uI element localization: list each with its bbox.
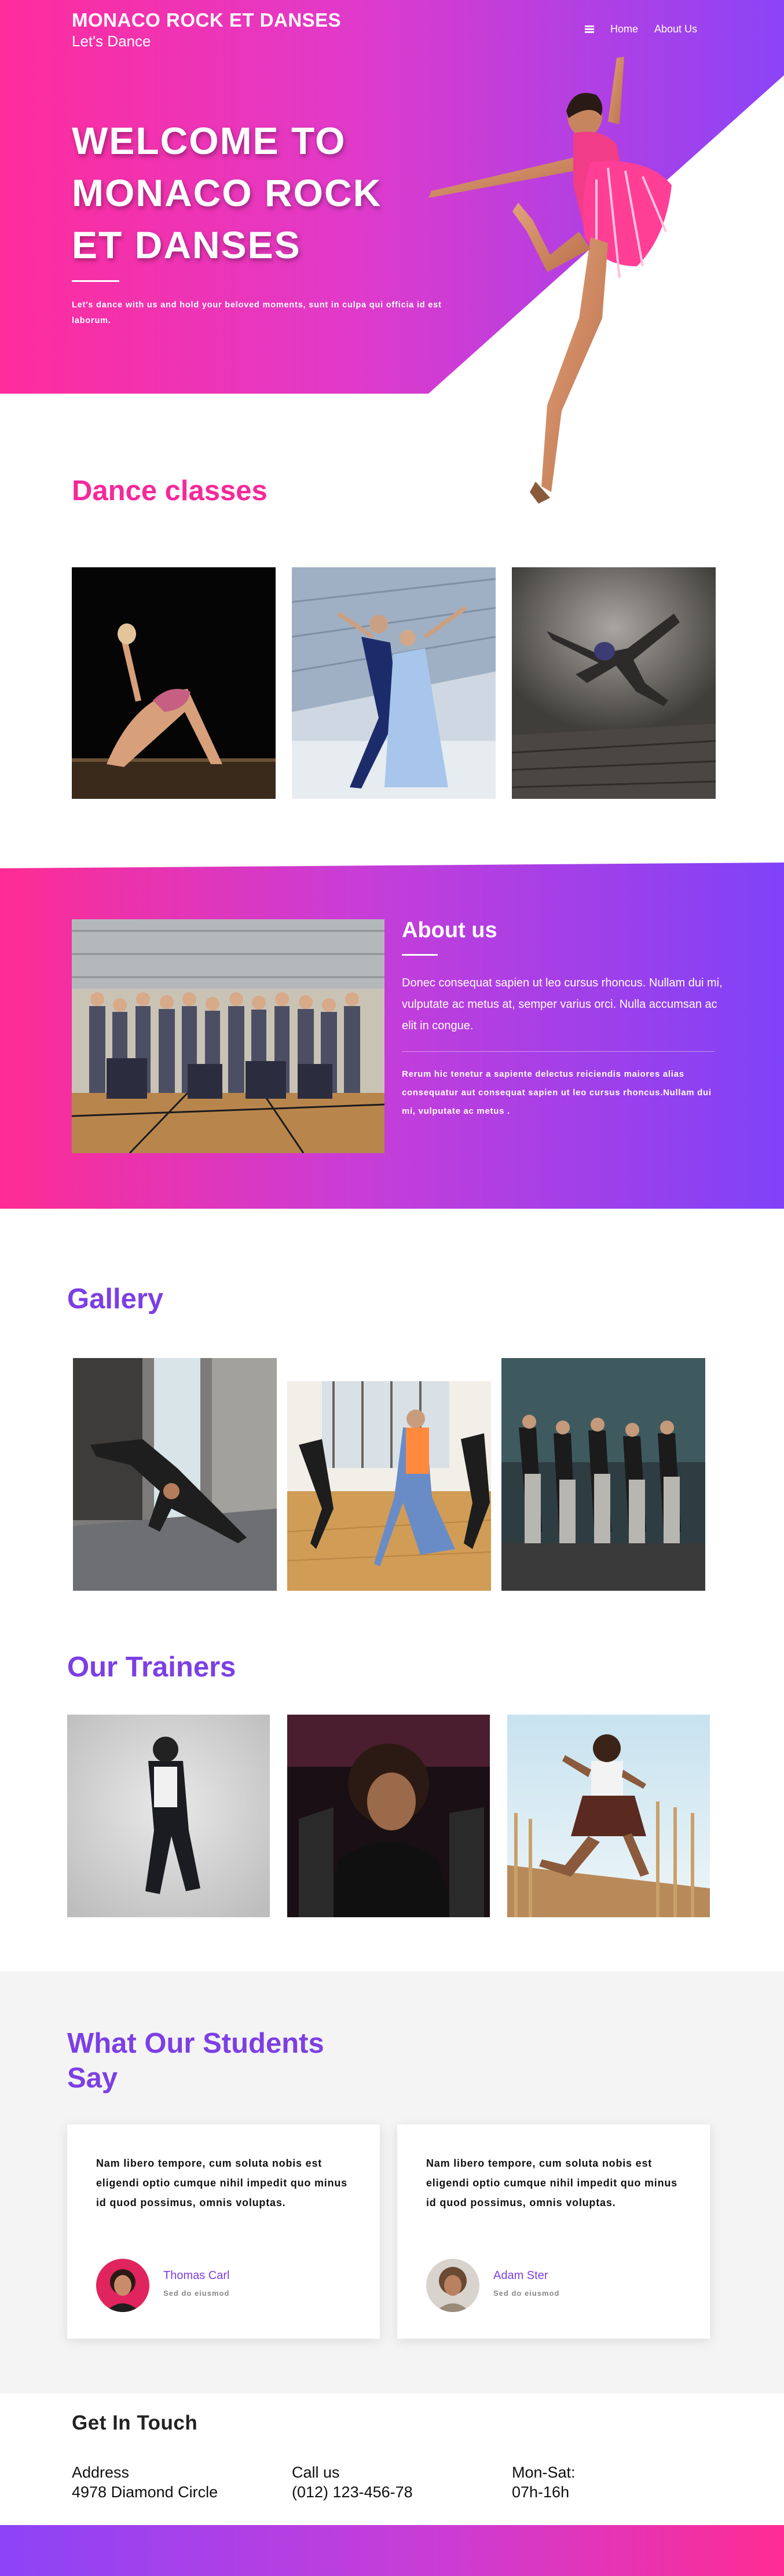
contact-hours-label: Mon-Sat: [512, 2464, 576, 2481]
contact-hours: Mon-Sat: 07h-16h [512, 2463, 576, 2502]
class-image-hiphop[interactable] [512, 567, 716, 799]
contact-phone: Call us (012) 123-456-78 [292, 2463, 413, 2502]
contact-title: Get In Touch [72, 2412, 198, 2434]
about-paragraph-1: Donec consequat sapien ut leo cursus rho… [402, 977, 723, 1032]
testimonial-name: Adam Ster [493, 2269, 548, 2282]
contact-hours-value: 07h-16h [512, 2483, 570, 2501]
brand-title[interactable]: MONACO ROCK ET DANSES [72, 9, 341, 31]
testimonial-text: Nam libero tempore, cum soluta nobis est… [96, 2157, 347, 2208]
testimonial-card: Nam libero tempore, cum soluta nobis est… [397, 2124, 710, 2339]
hero-text: Let's dance with us and hold your belove… [72, 300, 442, 325]
gallery-image-breakdance[interactable] [73, 1358, 277, 1591]
class-image-ballroom[interactable] [292, 567, 496, 799]
hero-dancer-image [428, 57, 672, 504]
contact-address: Address 4978 Diamond Circle [72, 2463, 218, 2502]
avatar [426, 2259, 479, 2312]
nav-home[interactable]: Home [610, 23, 638, 35]
contact-address-value: 4978 Diamond Circle [72, 2483, 218, 2501]
testimonial-card: Nam libero tempore, cum soluta nobis est… [67, 2124, 380, 2339]
hero-title-line: MONACO ROCK [72, 171, 382, 214]
testimonial-role: Sed do eiusmod [493, 2289, 560, 2298]
hero-title-line: WELCOME TO [72, 119, 346, 162]
about-title: About us [402, 918, 497, 942]
contact-phone-value[interactable]: (012) 123-456-78 [292, 2482, 413, 2502]
trainer-image-3[interactable] [507, 1715, 710, 1917]
trainer-image-2[interactable] [287, 1715, 490, 1917]
avatar [96, 2259, 149, 2312]
gallery-image-group-dance[interactable] [501, 1358, 705, 1591]
testimonials-title: What Our Students Say [67, 2028, 324, 2094]
contact-phone-label: Call us [292, 2464, 340, 2481]
class-image-ballet[interactable] [72, 567, 276, 799]
gallery-title: Gallery [67, 1283, 164, 1315]
hero-title-line: ET DANSES [72, 223, 301, 266]
hero-title: WELCOME TO MONACO ROCK ET DANSES [72, 115, 442, 271]
trainers-title: Our Trainers [67, 1652, 236, 1683]
about-group-photo [72, 919, 384, 1153]
trainer-image-1[interactable] [67, 1715, 270, 1917]
hero-divider [72, 280, 119, 282]
page: MONACO ROCK ET DANSES Let's Dance Home A… [0, 0, 784, 2576]
brand[interactable]: MONACO ROCK ET DANSES Let's Dance [72, 9, 341, 50]
top-nav: Home About Us [585, 23, 697, 35]
contact-address-label: Address [72, 2464, 130, 2481]
testimonial-role: Sed do eiusmod [163, 2289, 230, 2298]
brand-tagline: Let's Dance [72, 32, 151, 50]
nav-about-us[interactable]: About Us [654, 23, 697, 35]
gallery-image-studio[interactable] [287, 1358, 491, 1591]
footer-bar [0, 2525, 784, 2576]
dance-classes-title: Dance classes [72, 475, 268, 507]
about-separator [402, 1051, 715, 1052]
about-divider [402, 954, 438, 956]
testimonial-name: Thomas Carl [163, 2269, 230, 2282]
hamburger-icon[interactable] [585, 25, 594, 33]
about-paragraph-2: Rerum hic tenetur a sapiente delectus re… [402, 1069, 712, 1116]
testimonial-text: Nam libero tempore, cum soluta nobis est… [426, 2157, 677, 2208]
